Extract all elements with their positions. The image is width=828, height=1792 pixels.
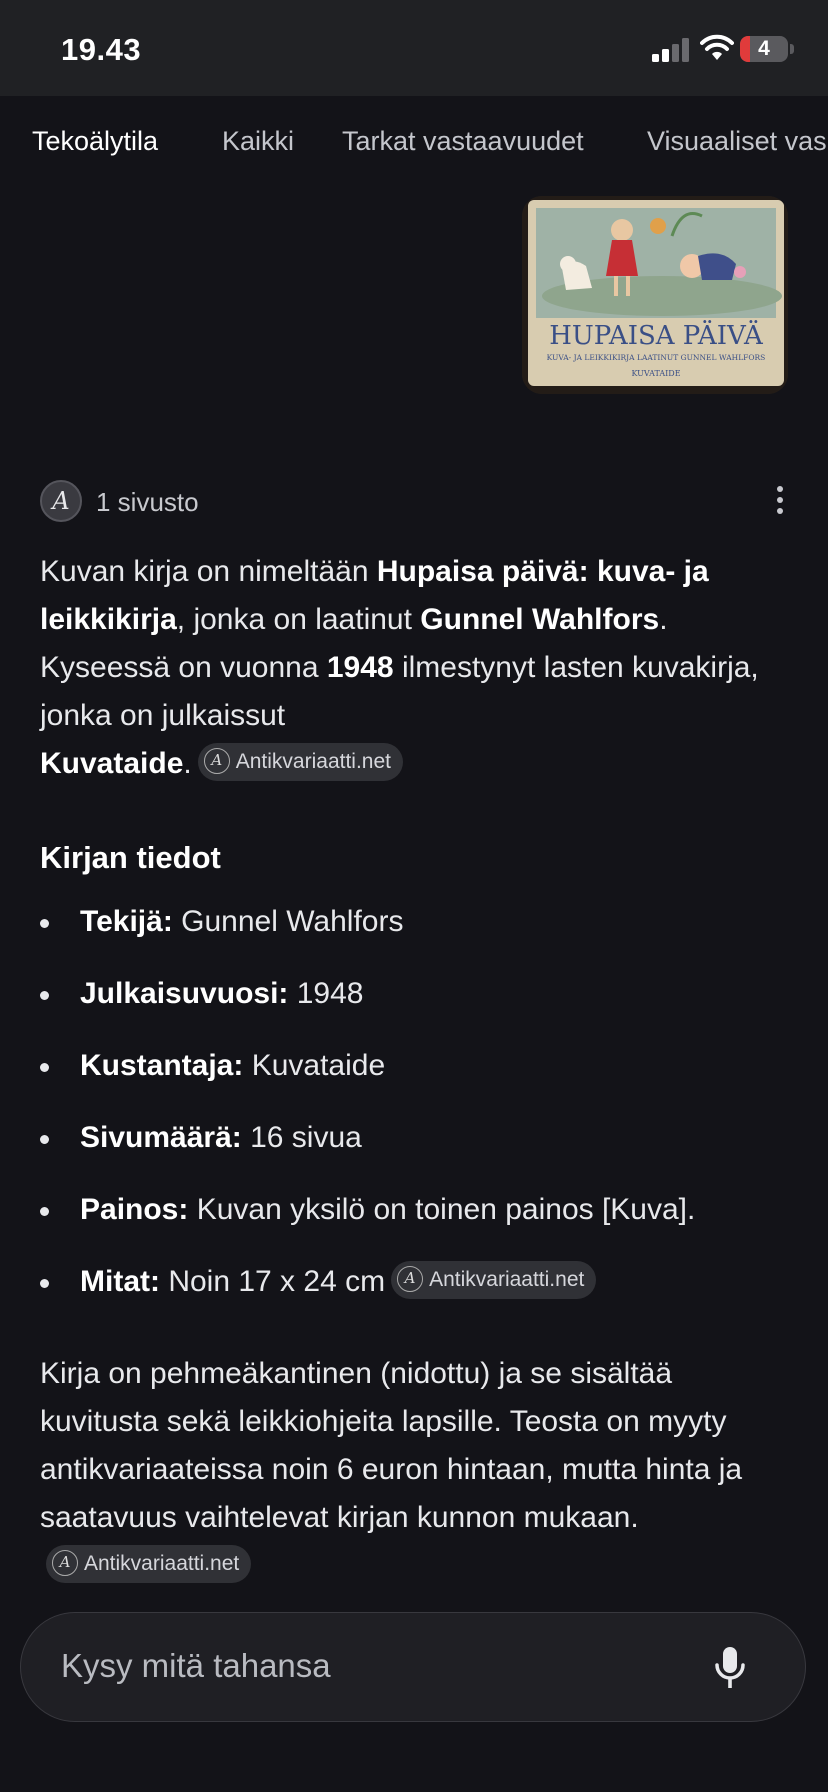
ask-placeholder: Kysy mitä tahansa [61,1647,331,1684]
signal-icon [652,38,689,62]
cover-publisher: KUVATAIDE [631,369,680,378]
intro-text-5: . [183,747,192,780]
sources-row[interactable]: A 1 sivusto [40,480,790,524]
tab-kaikki[interactable]: Kaikki [222,126,294,157]
intro-text-2: , jonka on laatinut [176,603,421,636]
fact-value: Gunnel Wahlfors [172,905,404,938]
tab-tekoalytila[interactable]: Tekoälytila [32,126,158,157]
source-avatar-icon: A [40,480,82,522]
fact-label: Sivumäärä: [80,1121,242,1154]
fact-value: Kuvan yksilö on toinen painos [Kuva]. [188,1193,696,1226]
fact-item: Tekijä: Gunnel Wahlfors [40,898,788,970]
fact-value: 1948 [288,977,364,1010]
answer-intro: Kuvan kirja on nimeltään Hupaisa päivä: … [40,548,788,788]
fact-label: Painos: [80,1193,189,1226]
fact-value: Noin 17 x 24 cm [159,1265,386,1298]
citation-label: Antikvariaatti.net [429,1268,585,1292]
citation-label: Antikvariaatti.net [235,750,391,774]
fact-item: Sivumäärä: 16 sivua [40,1114,788,1186]
intro-text-1: Kuvan kirja on nimeltään [40,555,377,588]
tab-tarkat-vastaavuudet[interactable]: Tarkat vastaavuudet [342,126,584,157]
citation-source-icon: A [203,747,230,774]
fact-item: Julkaisuvuosi: 1948 [40,970,788,1042]
citation-chip[interactable]: A Antikvariaatti.net [391,1261,597,1300]
fact-label: Kustantaja: [80,1049,244,1082]
citation-label: Antikvariaatti.net [84,1552,240,1576]
tab-visuaaliset[interactable]: Visuaaliset vas [647,126,827,157]
closing-text: Kirja on pehmeäkantinen (nidottu) ja se … [40,1357,743,1534]
fact-label: Mitat: [80,1265,160,1298]
fact-label: Tekijä: [80,905,173,938]
book-facts-list: Tekijä: Gunnel Wahlfors Julkaisuvuosi: 1… [40,898,788,1330]
section-heading: Kirjan tiedot [40,840,221,875]
microphone-icon[interactable] [713,1645,747,1691]
book-cover-image: HUPAISA PÄIVÄ KUVA- JA LEIKKIKIRJA LAATI… [522,196,788,394]
battery-level: 4 [758,37,770,60]
result-tabs: Tekoälytila Kaikki Tarkat vastaavuudet V… [0,96,828,186]
citation-chip[interactable]: A Antikvariaatti.net [197,743,403,782]
status-bar: 19.43 4 [0,0,828,96]
intro-bold-author: Gunnel Wahlfors [420,603,660,636]
query-image-thumbnail[interactable]: HUPAISA PÄIVÄ KUVA- JA LEIKKIKIRJA LAATI… [522,196,788,394]
intro-bold-year: 1948 [326,651,394,684]
cover-subtitle: KUVA- JA LEIKKIKIRJA LAATINUT GUNNEL WAH… [547,353,766,362]
intro-bold-publisher: Kuvataide [40,747,184,780]
fact-item: Painos: Kuvan yksilö on toinen painos [K… [40,1186,788,1258]
fact-value: 16 sivua [241,1121,362,1154]
fact-label: Julkaisuvuosi: [80,977,289,1010]
more-options-icon[interactable] [770,486,790,516]
citation-chip[interactable]: A Antikvariaatti.net [46,1545,252,1584]
citation-source-icon: A [397,1265,424,1292]
wifi-icon [700,34,734,60]
ask-input[interactable]: Kysy mitä tahansa [20,1612,806,1722]
status-time: 19.43 [61,32,142,67]
fact-item: Mitat: Noin 17 x 24 cm A Antikvariaatti.ne… [40,1258,788,1330]
sources-count: 1 sivusto [96,487,199,517]
answer-closing: Kirja on pehmeäkantinen (nidottu) ja se … [40,1350,788,1590]
citation-source-icon: A [52,1549,78,1576]
battery-icon: 4 [740,36,788,62]
battery-tip [790,44,794,54]
fact-value: Kuvataide [243,1049,386,1082]
fact-item: Kustantaja: Kuvataide [40,1042,788,1114]
cover-title: HUPAISA PÄIVÄ [549,320,764,351]
